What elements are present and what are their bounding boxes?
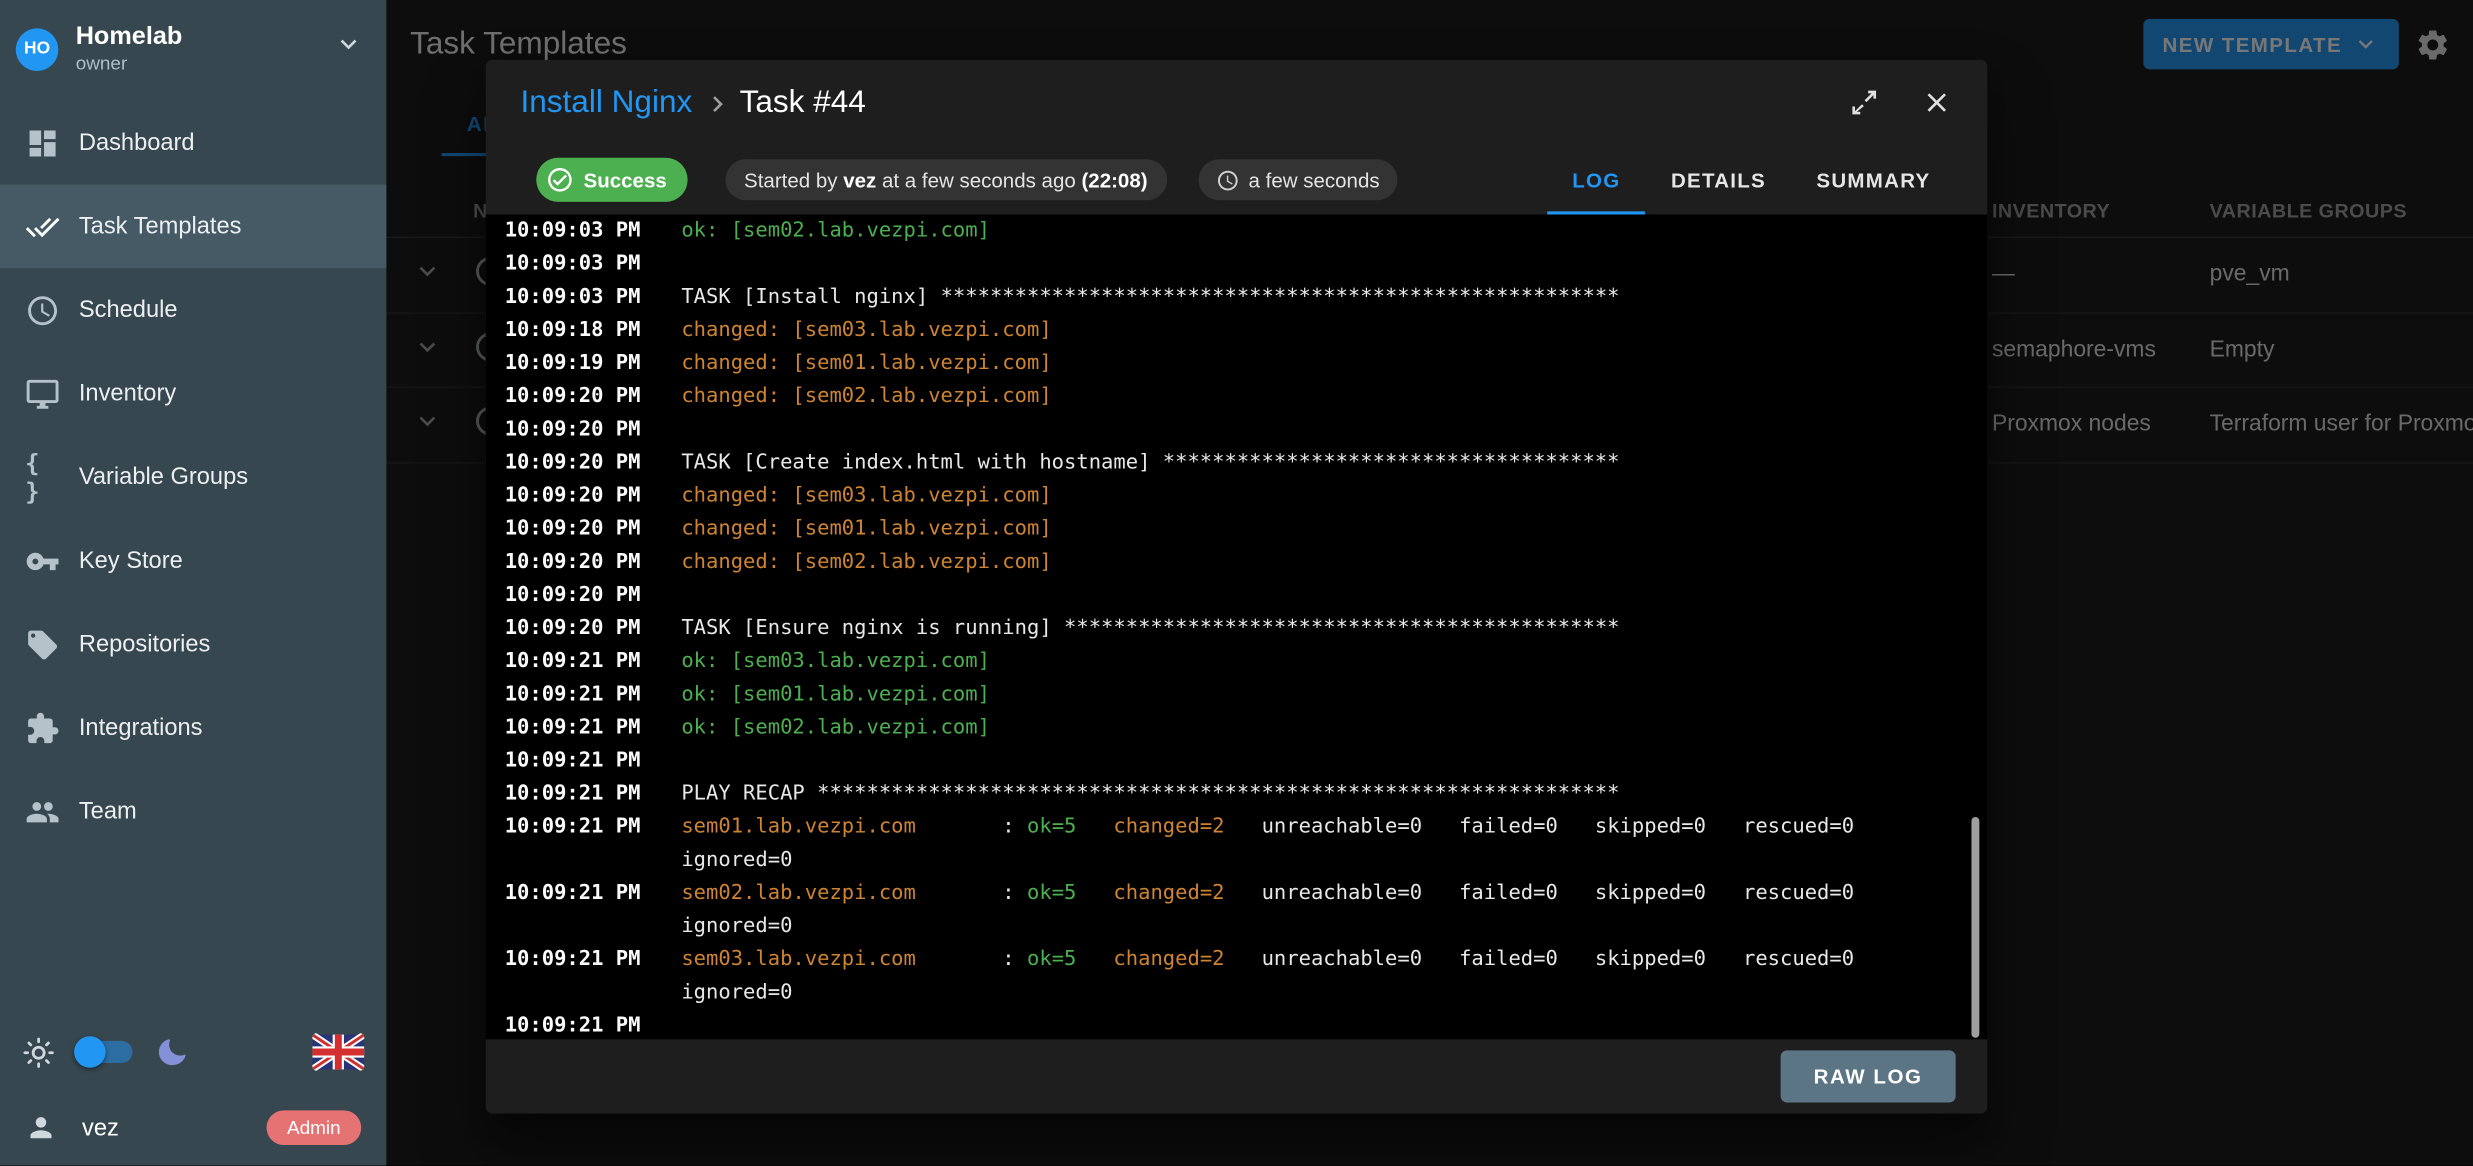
log-line: 10:09:20 PMchanged: [sem02.lab.vezpi.com… [505, 380, 1988, 413]
team-info: Homelab owner [76, 22, 183, 76]
modal-tabs: LOGDETAILSSUMMARY [1547, 145, 1956, 214]
log-line: ignored=0 [505, 910, 1988, 943]
sun-icon [22, 1036, 55, 1069]
close-icon[interactable] [1921, 87, 1953, 119]
started-by-chip: Started by vez at a few seconds ago (22:… [725, 159, 1166, 200]
theme-toggle-knob [74, 1037, 106, 1069]
modal-footer: RAW LOG [486, 1039, 1987, 1113]
sidebar-item-inventory[interactable]: Inventory [0, 352, 386, 436]
status-label: Success [584, 168, 667, 192]
clock-icon [1215, 168, 1239, 192]
duration-label: a few seconds [1249, 168, 1380, 192]
modal-subheader: Success Started by vez at a few seconds … [486, 145, 1987, 214]
team-switcher[interactable]: HO Homelab owner [0, 0, 386, 91]
sidebar-item-key-store[interactable]: Key Store [0, 519, 386, 603]
user-name: vez [82, 1115, 119, 1142]
language-flag-uk[interactable] [312, 1034, 364, 1072]
dashboard-icon [25, 125, 60, 160]
sidebar-nav: Dashboard Task Templates Schedule Inventory… [0, 101, 386, 853]
modal-actions [1848, 87, 1952, 119]
team-avatar: HO [16, 28, 59, 71]
inventory-icon [25, 376, 60, 411]
sidebar-item-team[interactable]: Team [0, 770, 386, 854]
log-line: 10:09:21 PMsem01.lab.vezpi.com : ok=5 ch… [505, 811, 1988, 844]
log-line: 10:09:21 PM [505, 744, 1988, 777]
log-line: 10:09:20 PMTASK [Ensure nginx is running… [505, 612, 1988, 645]
sidebar-item-label: Repositories [79, 631, 210, 658]
sidebar: HO Homelab owner Dashboard Task Templates… [0, 0, 386, 1166]
user-menu[interactable]: vez Admin [0, 1100, 386, 1157]
sidebar-item-integrations[interactable]: Integrations [0, 686, 386, 770]
expand-icon[interactable] [1848, 87, 1880, 119]
admin-badge: Admin [267, 1111, 362, 1146]
log-line: 10:09:20 PM [505, 413, 1988, 446]
key-store-icon [25, 543, 60, 578]
task-templates-icon [25, 209, 60, 244]
sidebar-item-label: Inventory [79, 380, 176, 407]
sidebar-item-label: Team [79, 798, 137, 825]
team-icon [25, 794, 60, 829]
sidebar-item-label: Variable Groups [79, 464, 248, 491]
app: HO Homelab owner Dashboard Task Templates… [0, 0, 2473, 1166]
log-line: ignored=0 [505, 844, 1988, 877]
task-title: Task #44 [740, 84, 866, 120]
log-line: 10:09:20 PMchanged: [sem01.lab.vezpi.com… [505, 513, 1988, 546]
sidebar-item-task-templates[interactable]: Task Templates [0, 185, 386, 269]
person-icon [25, 1113, 57, 1145]
task-modal: Install Nginx Task #44 Success S [486, 60, 1987, 1114]
log-line: ignored=0 [505, 976, 1988, 1009]
integrations-icon [25, 711, 60, 746]
variable-groups-icon: { } [25, 460, 60, 495]
sidebar-item-label: Key Store [79, 547, 183, 574]
template-link[interactable]: Install Nginx [520, 84, 692, 120]
log-line: 10:09:21 PMsem02.lab.vezpi.com : ok=5 ch… [505, 877, 1988, 910]
started-by-user: vez [843, 168, 876, 192]
repositories-icon [25, 627, 60, 662]
log-line: 10:09:20 PMchanged: [sem03.lab.vezpi.com… [505, 479, 1988, 512]
log-line: 10:09:21 PMok: [sem02.lab.vezpi.com] [505, 711, 1988, 744]
modal-tab-summary[interactable]: SUMMARY [1791, 145, 1955, 214]
sidebar-item-label: Dashboard [79, 129, 195, 156]
chevron-down-icon [333, 28, 365, 60]
sidebar-item-dashboard[interactable]: Dashboard [0, 101, 386, 185]
task-log: 10:09:03 PMok: [sem02.lab.vezpi.com]10:0… [486, 214, 1987, 1039]
moon-icon [156, 1037, 188, 1069]
log-line: 10:09:21 PMok: [sem01.lab.vezpi.com] [505, 678, 1988, 711]
sidebar-item-label: Task Templates [79, 213, 242, 240]
log-line: 10:09:03 PMTASK [Install nginx] ********… [505, 281, 1988, 314]
sidebar-item-repositories[interactable]: Repositories [0, 602, 386, 686]
duration-chip: a few seconds [1198, 159, 1397, 200]
log-line: 10:09:21 PM [505, 1009, 1988, 1039]
check-circle-icon [546, 166, 574, 194]
log-line: 10:09:21 PMPLAY RECAP ******************… [505, 778, 1988, 811]
log-line: 10:09:20 PMTASK [Create index.html with … [505, 446, 1988, 479]
theme-row [0, 1031, 386, 1075]
sidebar-item-label: Schedule [79, 297, 178, 324]
raw-log-button[interactable]: RAW LOG [1780, 1050, 1955, 1102]
sidebar-item-variable-groups[interactable]: { } Variable Groups [0, 435, 386, 519]
team-role: owner [76, 52, 183, 76]
log-line: 10:09:21 PMok: [sem03.lab.vezpi.com] [505, 645, 1988, 678]
sidebar-item-schedule[interactable]: Schedule [0, 268, 386, 352]
started-time: (22:08) [1081, 168, 1147, 192]
status-badge: Success [536, 158, 687, 202]
chevron-right-icon [702, 88, 734, 120]
log-line: 10:09:03 PMok: [sem02.lab.vezpi.com] [505, 214, 1988, 247]
log-line: 10:09:03 PM [505, 248, 1988, 281]
log-line: 10:09:18 PMchanged: [sem03.lab.vezpi.com… [505, 314, 1988, 347]
modal-tab-log[interactable]: LOG [1547, 145, 1646, 214]
team-name: Homelab [76, 22, 183, 52]
log-line: 10:09:20 PM [505, 579, 1988, 612]
sidebar-item-label: Integrations [79, 714, 203, 741]
schedule-icon [25, 293, 60, 328]
log-line: 10:09:20 PMchanged: [sem02.lab.vezpi.com… [505, 546, 1988, 579]
log-line: 10:09:19 PMchanged: [sem01.lab.vezpi.com… [505, 347, 1988, 380]
modal-tab-details[interactable]: DETAILS [1646, 145, 1791, 214]
log-line: 10:09:21 PMsem03.lab.vezpi.com : ok=5 ch… [505, 943, 1988, 976]
log-scrollbar[interactable] [1971, 817, 1979, 1038]
modal-header: Install Nginx Task #44 [486, 60, 1987, 145]
theme-toggle[interactable] [79, 1042, 133, 1064]
